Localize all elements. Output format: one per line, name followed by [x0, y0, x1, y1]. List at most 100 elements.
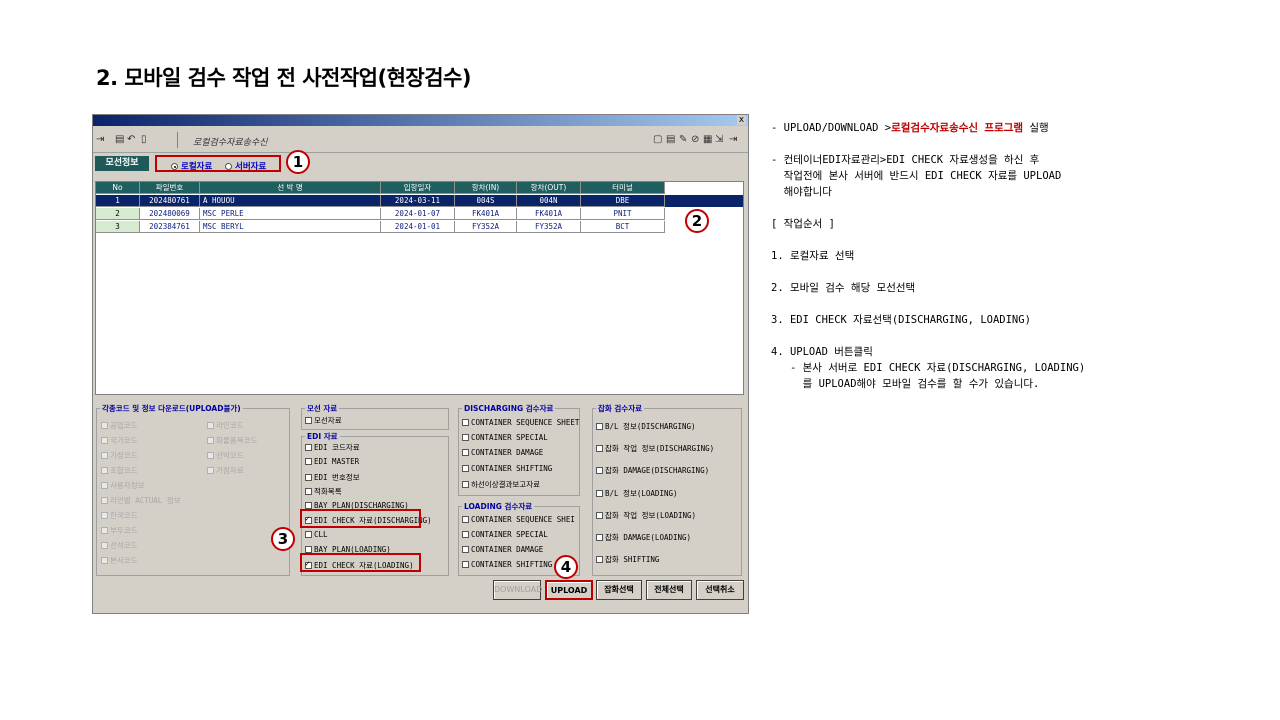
checkbox-edi-code[interactable]: EDI 코드자료 [305, 442, 360, 453]
col-voyage-out[interactable]: 항차(OUT) [517, 182, 581, 194]
save-icon[interactable]: ▤ [666, 134, 675, 145]
checkbox-label: 잡화 SHIFTING [605, 555, 660, 564]
col-file-no[interactable]: 파일번호 [140, 182, 200, 194]
checkbox-label: EDI 번호정보 [314, 473, 360, 482]
checkbox-discharging-item[interactable]: CONTAINER SHIFTING [462, 464, 552, 473]
checkbox-edi-master[interactable]: EDI MASTER [305, 457, 359, 466]
cancel-selection-button[interactable]: 선택취소 [696, 580, 744, 600]
checkbox-box [305, 502, 312, 509]
checkbox-box [305, 444, 312, 451]
checkbox-cargo-item[interactable]: 잡화 DAMAGE(DISCHARGING) [596, 465, 709, 476]
checkbox-box [207, 437, 214, 444]
print-icon[interactable]: ▤ [115, 134, 124, 145]
checkbox-box [462, 419, 469, 426]
checkbox-discharging-item[interactable]: 하선이상결과보고자료 [462, 479, 540, 490]
checkbox-label: 사용자정보 [110, 481, 145, 490]
note-line-1: - UPLOAD/DOWNLOAD >로컬검수자료송수신 프로그램 실행 [771, 120, 1049, 135]
checkbox-cargo-item[interactable]: 잡화 작업 정보(DISCHARGING) [596, 443, 714, 454]
checkbox-code[interactable]: 기성코드 [101, 450, 138, 461]
checkbox-loading-item[interactable]: CONTAINER SEQUENCE SHEI [462, 515, 575, 524]
checkbox-cargo-item[interactable]: 잡화 작업 정보(LOADING) [596, 510, 696, 521]
checkbox-vessel-data[interactable]: 모선자료 [305, 415, 342, 426]
checkbox-box [462, 561, 469, 568]
excel-icon[interactable]: ▦ [703, 134, 712, 145]
checkbox-code[interactable]: 화물품목코드 [207, 435, 257, 446]
checkbox-discharging-item[interactable]: CONTAINER SEQUENCE SHEET [462, 418, 579, 427]
checkbox-code[interactable]: 조합코드 [101, 465, 138, 476]
export-icon[interactable]: ⇲ [715, 134, 723, 145]
checkbox-box [596, 556, 603, 563]
checkbox-loading-item[interactable]: CONTAINER SHIFTING [462, 560, 552, 569]
checkbox-code[interactable]: 선박코드 [207, 450, 244, 461]
checkbox-box [101, 467, 108, 474]
col-voyage-in[interactable]: 항차(IN) [455, 182, 517, 194]
checkbox-code[interactable]: 부두코드 [101, 525, 138, 536]
checkbox-loading-item[interactable]: CONTAINER DAMAGE [462, 545, 543, 554]
checkbox-code[interactable]: 선석코드 [101, 540, 138, 551]
close-window-icon[interactable]: ⇥ [729, 134, 737, 145]
checkbox-code[interactable]: 한국코드 [101, 510, 138, 521]
cargo-select-button[interactable]: 잡화선택 [596, 580, 642, 600]
checkbox-box [462, 434, 469, 441]
close-button[interactable]: x [737, 115, 746, 125]
checkbox-code[interactable]: 공입코드 [101, 420, 138, 431]
cell-file-no: 202480069 [140, 208, 200, 220]
checkbox-label: 하선이상결과보고자료 [471, 480, 540, 489]
cell-terminal: PNIT [581, 208, 665, 220]
step-4-text: 4. UPLOAD 버튼클릭 [771, 346, 873, 358]
cell-arrival-date: 2024-01-07 [381, 208, 455, 220]
checkbox-code[interactable]: 국가코드 [101, 435, 138, 446]
delete-icon[interactable]: ⊘ [691, 134, 699, 145]
checkbox-box [101, 482, 108, 489]
checkbox-box [305, 546, 312, 553]
checkbox-cargo-item[interactable]: 잡화 DAMAGE(LOADING) [596, 532, 691, 543]
checkbox-box [462, 546, 469, 553]
select-all-button[interactable]: 전체선택 [646, 580, 692, 600]
exit-icon[interactable]: ⇥ [96, 134, 104, 145]
checkbox-label: 공입코드 [110, 421, 138, 430]
checkbox-manifest[interactable]: 적화목록 [305, 486, 342, 497]
new-icon[interactable]: ▢ [653, 134, 662, 145]
upload-button[interactable]: UPLOAD [545, 580, 593, 600]
step-2-text: 2. 모바일 검수 해당 모선선택 [771, 282, 916, 294]
checkbox-code[interactable]: 거점자료 [207, 465, 244, 476]
checkbox-cargo-item[interactable]: B/L 정보(DISCHARGING) [596, 421, 696, 432]
note-line-4: 해야합니다 [771, 186, 832, 198]
checkbox-edi-number[interactable]: EDI 번호정보 [305, 472, 360, 483]
checkbox-label: CONTAINER SEQUENCE SHEI [471, 515, 575, 524]
toolbar-program-title: 로컬검수자료송수신 [193, 138, 268, 148]
cell-vessel-name: MSC PERLE [200, 208, 381, 220]
cell-voyage-in: 004S [455, 195, 517, 207]
checkbox-loading-item[interactable]: CONTAINER SPECIAL [462, 530, 548, 539]
col-vessel-name[interactable]: 선 박 명 [200, 182, 381, 194]
cargo-panel: 잡화 검수자료 B/L 정보(DISCHARGING) 잡화 작업 정보(DIS… [592, 403, 742, 576]
table-row[interactable]: 1 202480761 A HOUOU 2024-03-11 004S 004N… [96, 195, 743, 207]
step-3-text: 3. EDI CHECK 자료선택(DISCHARGING, LOADING) [771, 314, 1031, 326]
checkbox-code[interactable]: 본사코드 [101, 555, 138, 566]
checkbox-box [462, 465, 469, 472]
col-terminal[interactable]: 터미널 [581, 182, 665, 194]
vessel-grid: No 파일번호 선 박 명 입항일자 항차(IN) 항차(OUT) 터미널 1 … [95, 181, 744, 395]
checkbox-code[interactable]: 사용자정보 [101, 480, 145, 491]
radio-local-data[interactable]: 로컬자료 [171, 160, 212, 172]
checkbox-code[interactable]: 라인코드 [207, 420, 244, 431]
cell-voyage-in: FK401A [455, 208, 517, 220]
checkbox-discharging-item[interactable]: CONTAINER DAMAGE [462, 448, 543, 457]
checkbox-cargo-item[interactable]: 잡화 SHIFTING [596, 554, 659, 565]
slide-title: 2. 모바일 검수 작업 전 사전작업(현장검수) [96, 66, 471, 90]
checkbox-label: B/L 정보(LOADING) [605, 489, 678, 498]
col-arrival-date[interactable]: 입항일자 [381, 182, 455, 194]
checkbox-cargo-item[interactable]: B/L 정보(LOADING) [596, 488, 678, 499]
checkbox-code[interactable]: 라인별 ACTUAL 정보 [101, 495, 181, 506]
col-no[interactable]: No [96, 182, 140, 194]
checkbox-discharging-item[interactable]: CONTAINER SPECIAL [462, 433, 548, 442]
undo-icon[interactable]: ↶ [127, 134, 135, 145]
radio-server-data[interactable]: 서버자료 [225, 160, 266, 172]
checkbox-label: CONTAINER SPECIAL [471, 530, 548, 539]
checkbox-cll[interactable]: CLL [305, 530, 328, 539]
note-prefix: - UPLOAD/DOWNLOAD > [771, 122, 892, 134]
checkbox-label: 거점자료 [216, 466, 244, 475]
document-icon[interactable]: ▯ [141, 134, 147, 145]
download-button[interactable]: DOWNLOAD [493, 580, 542, 600]
edit-icon[interactable]: ✎ [679, 134, 687, 145]
